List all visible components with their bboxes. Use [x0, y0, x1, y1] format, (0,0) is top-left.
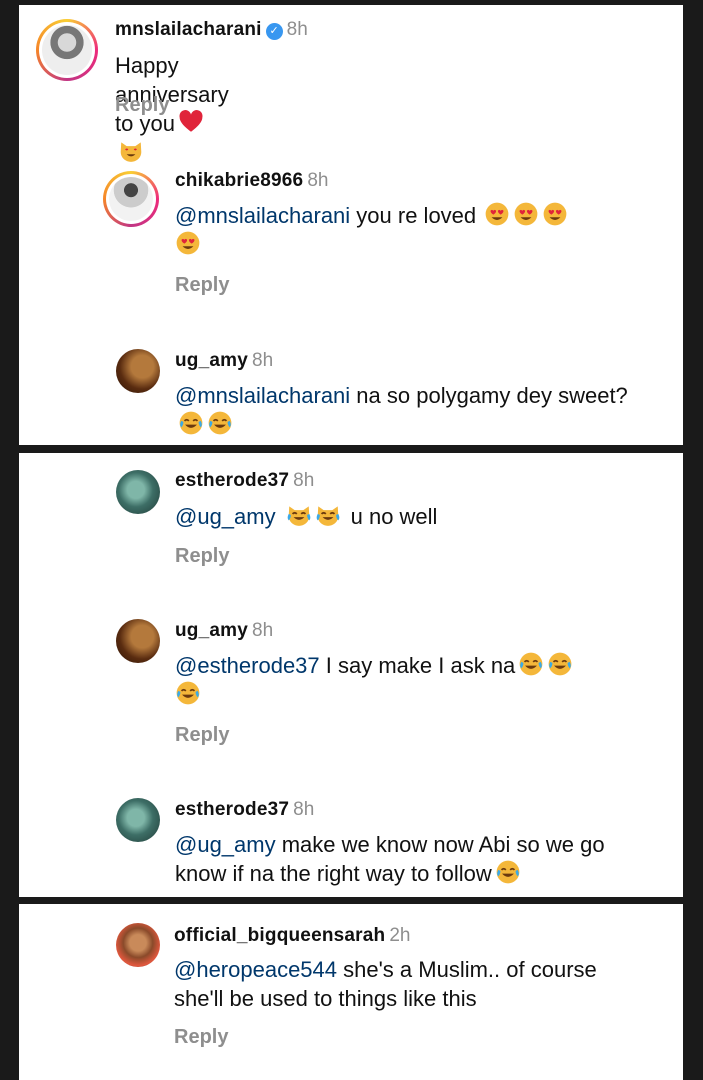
reply-button[interactable]: Reply — [175, 545, 229, 568]
verified-badge-icon: ✓ — [265, 23, 283, 40]
reply-button[interactable]: Reply — [175, 724, 229, 747]
red-heart-emoji — [178, 109, 204, 135]
comment-time: 8h — [293, 470, 315, 491]
comment-username[interactable]: chikabrie8966 — [175, 170, 303, 191]
avatar[interactable] — [116, 349, 160, 393]
avatar[interactable] — [116, 798, 160, 842]
joy-cat-emoji — [315, 502, 341, 528]
tears-of-joy-emoji — [547, 651, 573, 677]
avatar[interactable] — [36, 19, 98, 81]
mention-link[interactable]: @estherode37 — [175, 653, 320, 678]
reply-button[interactable]: Reply — [174, 1026, 228, 1049]
heart-eyes-emoji — [484, 201, 510, 227]
heart-eyes-emoji — [542, 201, 568, 227]
avatar[interactable] — [116, 619, 160, 663]
comment-username[interactable]: ug_amy — [175, 620, 248, 641]
mention-link[interactable]: @ug_amy — [175, 504, 276, 529]
avatar[interactable] — [103, 171, 159, 227]
comment-text: @ug_amy make we know now Abi so we go kn… — [175, 832, 605, 886]
comment-text: @mnslailacharani you re loved — [175, 201, 645, 259]
tears-of-joy-emoji — [495, 859, 521, 885]
joy-cat-emoji — [286, 502, 312, 528]
tears-of-joy-emoji — [518, 651, 544, 677]
comment-username[interactable]: official_bigqueensarah — [174, 925, 385, 946]
comment-time: 8h — [286, 19, 308, 40]
comment-text: @estherode37 I say make I ask na — [175, 651, 645, 709]
mention-link[interactable]: @mnslailacharani — [175, 383, 350, 408]
heart-eyes-emoji — [513, 201, 539, 227]
mention-link[interactable]: @ug_amy — [175, 832, 276, 857]
comment-time: 8h — [252, 620, 274, 641]
comment-panel-1: mnslailacharani ✓ 8h Happy anniversary to … — [19, 5, 683, 445]
avatar[interactable] — [116, 470, 160, 514]
mention-link[interactable]: @mnslailacharani — [175, 203, 350, 228]
comment-username[interactable]: estherode37 — [175, 470, 289, 491]
comment-time: 8h — [293, 799, 315, 820]
comment-panel-3: official_bigqueensarah 2h @heropeace544 s… — [19, 904, 683, 1080]
tears-of-joy-emoji — [175, 680, 201, 706]
tears-of-joy-emoji — [178, 410, 204, 436]
comment-time: 8h — [252, 350, 274, 371]
heart-eyes-cat-emoji — [118, 138, 144, 164]
comment-username[interactable]: ug_amy — [175, 350, 248, 371]
comment-panel-2: estherode37 8h @ug_amy u no well Reply ug_… — [19, 453, 683, 897]
avatar[interactable] — [116, 923, 160, 967]
comment-username[interactable]: mnslailacharani — [115, 19, 262, 40]
comment-time: 8h — [307, 170, 329, 191]
tears-of-joy-emoji — [207, 410, 233, 436]
comment-time: 2h — [389, 925, 411, 946]
reply-button[interactable]: Reply — [175, 274, 229, 297]
comment-text: @ug_amy u no well — [175, 502, 438, 529]
comment-text: @mnslailacharani na so polygamy dey swee… — [175, 381, 645, 439]
reply-button[interactable]: Reply — [115, 94, 169, 117]
heart-eyes-emoji — [175, 230, 201, 256]
comment-text: @heropeace544 she's a Muslim.. of course… — [174, 957, 597, 1011]
comment-username[interactable]: estherode37 — [175, 799, 289, 820]
mention-link[interactable]: @heropeace544 — [174, 957, 337, 982]
